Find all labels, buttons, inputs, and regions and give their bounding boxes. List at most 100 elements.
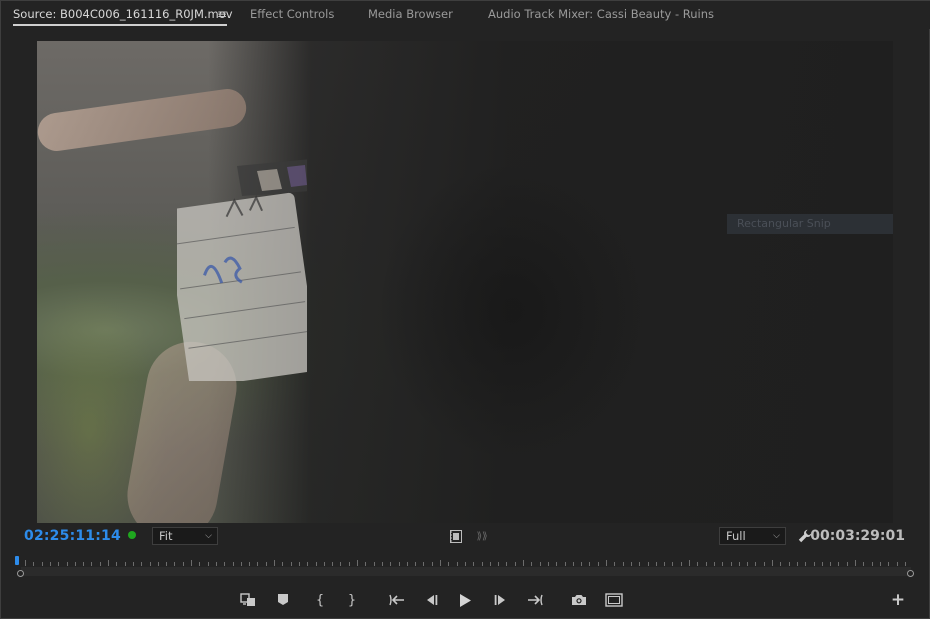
export-frame-button[interactable]	[568, 590, 590, 610]
ruler-tick	[664, 562, 666, 566]
mark-out-button[interactable]: }	[341, 590, 363, 610]
ruler-tick	[108, 560, 109, 566]
ruler-tick	[448, 562, 450, 566]
ruler-tick	[257, 562, 259, 566]
ruler-tick	[174, 562, 176, 566]
safe-margins-button[interactable]	[603, 590, 625, 610]
ruler-tick	[340, 562, 342, 566]
zoom-handle-left[interactable]	[17, 570, 24, 577]
ruler-tick	[755, 562, 757, 566]
ruler-tick	[66, 562, 68, 566]
ruler-tick	[780, 562, 782, 566]
rectangular-snip-label: Rectangular Snip	[727, 214, 893, 234]
add-marker-button[interactable]	[272, 590, 294, 610]
playback-resolution-dropdown[interactable]: Full ⌵	[719, 527, 786, 545]
ruler-tick	[431, 562, 433, 566]
go-to-in-button[interactable]	[386, 590, 408, 610]
ruler-tick	[141, 562, 143, 566]
duration-timecode: 00:03:29:01	[810, 528, 905, 544]
drag-audio-icon[interactable]: ⟫⟫	[473, 529, 491, 543]
ruler-tick	[747, 562, 749, 566]
insert-overwrite-icon	[240, 593, 255, 606]
drag-video-icon[interactable]	[449, 529, 463, 543]
ruler-tick	[381, 562, 383, 566]
ruler-tick	[556, 562, 558, 566]
ruler-tick	[572, 562, 574, 566]
safe-margins-icon	[605, 593, 623, 607]
ruler-tick	[33, 562, 35, 566]
tab-audio-track-mixer[interactable]: Audio Track Mixer: Cassi Beauty - Ruins	[488, 7, 714, 21]
ruler-tick	[265, 562, 267, 566]
tab-effect-controls[interactable]: Effect Controls	[250, 7, 334, 21]
ruler-tick	[523, 560, 524, 566]
ruler-tick	[539, 562, 541, 566]
ruler-tick	[564, 562, 566, 566]
ruler-tick	[41, 562, 43, 566]
ruler-tick	[249, 562, 251, 566]
ruler-tick	[191, 560, 192, 566]
ruler-tick	[25, 560, 26, 566]
play-icon	[460, 593, 471, 607]
ruler-tick	[888, 562, 890, 566]
ruler-tick	[373, 562, 375, 566]
source-monitor-panel: Source: B004C006_161116_R0JM.mov ≡ Effec…	[0, 0, 930, 619]
ruler-tick	[182, 562, 184, 566]
ruler-tick	[763, 562, 765, 566]
ruler-tick	[606, 560, 607, 566]
ruler-tick	[390, 562, 392, 566]
step-back-button[interactable]	[420, 590, 442, 610]
ruler-tick	[49, 562, 51, 566]
ruler-tick	[232, 562, 234, 566]
ruler-tick	[581, 562, 583, 566]
ruler-tick	[489, 562, 491, 566]
mark-out-icon: }	[347, 592, 357, 608]
status-dot-icon	[128, 531, 136, 539]
playhead-timecode[interactable]: 02:25:11:14	[24, 528, 121, 544]
play-button[interactable]	[454, 590, 476, 610]
ruler-tick	[531, 562, 533, 566]
step-forward-button[interactable]	[490, 590, 512, 610]
ruler-tick	[149, 562, 151, 566]
ruler-tick	[116, 562, 118, 566]
ruler-tick	[207, 562, 209, 566]
ruler-tick	[99, 562, 101, 566]
ruler-tick	[705, 562, 707, 566]
ruler-tick	[788, 562, 790, 566]
active-tab-indicator	[13, 24, 227, 26]
ruler-tick	[473, 562, 475, 566]
ruler-tick	[456, 562, 458, 566]
mark-in-button[interactable]: {	[309, 590, 331, 610]
zoom-dropdown[interactable]: Fit ⌵	[152, 527, 218, 545]
ruler-tick	[365, 562, 367, 566]
ruler-tick	[879, 562, 881, 566]
zoom-handle-right[interactable]	[907, 570, 914, 577]
panel-menu-icon[interactable]: ≡	[217, 7, 227, 21]
ruler-tick	[830, 562, 832, 566]
ruler-tick	[58, 562, 60, 566]
ruler-tick	[132, 562, 134, 566]
ruler-tick	[215, 562, 217, 566]
playhead-marker[interactable]	[15, 556, 19, 565]
zoom-scroll-track[interactable]	[21, 567, 911, 576]
ruler-tick	[589, 562, 591, 566]
ruler-tick	[680, 562, 682, 566]
tab-media-browser[interactable]: Media Browser	[368, 7, 453, 21]
step-back-icon	[427, 595, 438, 605]
video-preview[interactable]: Rectangular Snip	[37, 41, 893, 523]
ruler-tick	[323, 562, 325, 566]
ruler-tick	[863, 562, 865, 566]
tab-source[interactable]: Source: B004C006_161116_R0JM.mov	[13, 7, 233, 21]
ruler-tick	[805, 562, 807, 566]
ruler-tick	[398, 562, 400, 566]
timeline-ruler[interactable]	[15, 556, 914, 578]
ruler-tick	[904, 562, 906, 566]
ruler-tick	[730, 562, 732, 566]
ruler-tick	[498, 562, 500, 566]
go-to-out-button[interactable]	[524, 590, 546, 610]
button-editor-add-button[interactable]: +	[887, 590, 909, 610]
ruler-tick	[838, 562, 840, 566]
insert-overwrite-button[interactable]	[237, 590, 259, 610]
ruler-tick	[91, 562, 93, 566]
ruler-tick	[307, 562, 309, 566]
go-to-out-icon	[528, 594, 543, 606]
